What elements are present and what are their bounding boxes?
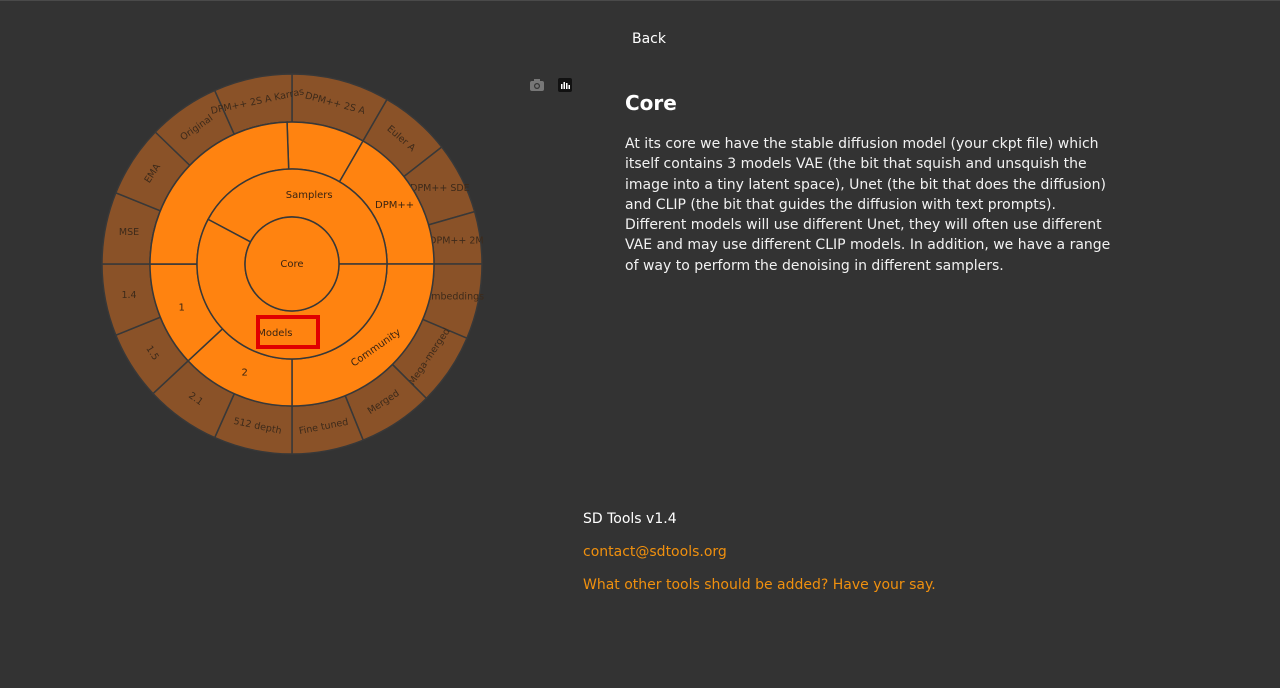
sunburst-label-1: 1: [179, 302, 185, 313]
article: Core At its core we have the stable diff…: [625, 91, 1120, 276]
top-border: [0, 0, 1280, 1]
sunburst-chart[interactable]: DPM++ 2S AEuler ADPM++ SDEDPM++ 2MEmbedd…: [100, 72, 484, 456]
sunburst-label-dpm-sde: DPM++ SDE: [410, 183, 470, 194]
back-link[interactable]: Back: [632, 31, 666, 47]
contact-link[interactable]: contact@sdtools.org: [583, 544, 936, 562]
sunburst-label-1-4: 1.4: [121, 290, 136, 301]
article-body: At its core we have the stable diffusion…: [625, 136, 1111, 274]
feedback-link[interactable]: What other tools should be added? Have y…: [583, 577, 936, 595]
sunburst-label-embeddings: Embeddings: [425, 292, 484, 303]
sunburst-label-core: Core: [280, 259, 303, 270]
chart-modebar: [528, 76, 576, 94]
sunburst-label-dpm-2m: DPM++ 2M: [429, 235, 483, 246]
sunburst-label-models: Models: [257, 328, 292, 339]
center-node: Core: [244, 216, 340, 312]
plotly-logo-icon[interactable]: [556, 76, 574, 94]
sunburst-label-samplers: Samplers: [286, 190, 333, 201]
sunburst-label-mse: MSE: [119, 227, 139, 238]
article-title: Core: [625, 91, 677, 115]
camera-icon[interactable]: [528, 76, 546, 94]
footer: SD Tools v1.4 contact@sdtools.org What o…: [583, 511, 936, 610]
sunburst-label-2: 2: [242, 368, 248, 379]
version-label: SD Tools v1.4: [583, 511, 677, 527]
sunburst-label-dpm: DPM++: [375, 200, 414, 211]
